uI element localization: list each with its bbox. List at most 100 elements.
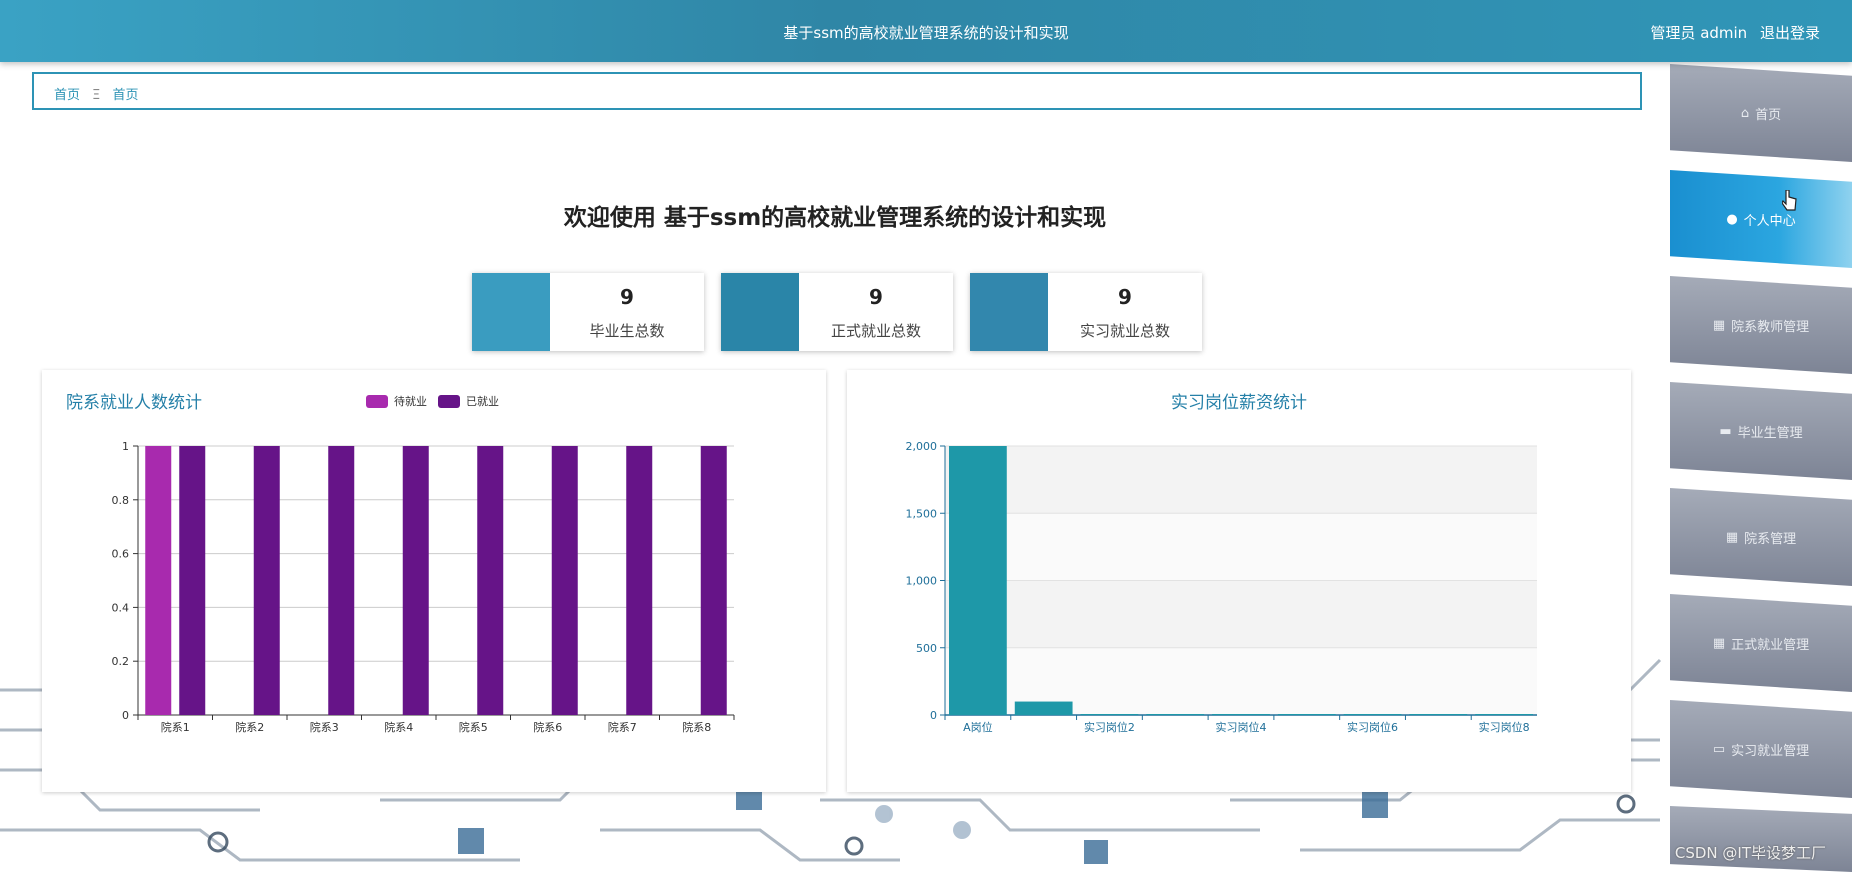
x-tick-label: 实习岗位2 xyxy=(1084,720,1135,734)
stat-card-formal-employment: 9 正式就业总数 xyxy=(721,273,953,351)
grid-icon: ▦ xyxy=(1712,317,1726,333)
y-tick-label: 0.4 xyxy=(112,601,130,614)
stat-card-swatch xyxy=(970,273,1048,351)
bar xyxy=(949,446,1007,715)
stat-card-graduates: 9 毕业生总数 xyxy=(472,273,704,351)
x-tick-label: 实习岗位6 xyxy=(1347,720,1398,734)
y-tick-label: 0.6 xyxy=(112,548,130,561)
dept-employment-chart: 院系就业人数统计 待就业 已就业 0 0.2 0.4 0.6 0.8 1 院系1 院系2 院系3 院系4… xyxy=(66,393,735,734)
bar xyxy=(253,446,280,715)
bar xyxy=(1409,714,1468,715)
legend-swatch xyxy=(366,395,388,408)
chat-icon: ▬ xyxy=(1719,423,1732,439)
x-tick-label: 院系1 xyxy=(161,720,190,734)
logout-link[interactable]: 退出登录 xyxy=(1760,24,1820,42)
bar xyxy=(1212,714,1270,715)
bar xyxy=(1146,714,1205,715)
bar xyxy=(1343,714,1402,715)
x-tick-label: 院系4 xyxy=(384,720,413,734)
bar xyxy=(179,446,206,715)
sidebar-item-internship-employment[interactable]: ▭ 实习就业管理 xyxy=(1670,700,1852,798)
mouse-cursor-icon xyxy=(1782,190,1797,211)
y-tick-label: 0 xyxy=(930,709,937,722)
welcome-heading: 欢迎使用 基于ssm的高校就业管理系统的设计和实现 xyxy=(563,205,1107,231)
bar xyxy=(551,446,578,715)
stat-card-internship-employment: 9 实习就业总数 xyxy=(970,273,1202,351)
legend-label: 已就业 xyxy=(466,394,499,408)
grid-band xyxy=(945,446,1537,514)
bar xyxy=(626,446,653,715)
x-tick-label: 院系8 xyxy=(682,720,711,734)
sidebar-item-home[interactable]: ⌂ 首页 xyxy=(1670,64,1852,162)
grid-icon: ▦ xyxy=(1712,635,1726,651)
home-icon: ⌂ xyxy=(1740,105,1750,121)
admin-user-label[interactable]: 管理员 admin xyxy=(1650,24,1747,42)
sidebar-item-label: 院系教师管理 xyxy=(1731,319,1810,335)
x-tick-label: 院系5 xyxy=(459,720,488,734)
sidebar-item-formal-employment[interactable]: ▦ 正式就业管理 xyxy=(1670,594,1852,692)
stat-card-value: 9 xyxy=(1118,285,1132,309)
sidebar-item-label: 个人中心 xyxy=(1743,213,1796,229)
breadcrumb-current: 首页 xyxy=(112,88,139,103)
stat-card-value: 9 xyxy=(869,285,883,309)
internship-salary-chart-panel: 实习岗位薪资统计 0 500 1,000 1,500 2,000 A岗位 实习岗位2 实习岗位4… xyxy=(847,370,1631,792)
y-tick-label: 0 xyxy=(122,709,129,722)
y-tick-label: 1 xyxy=(122,440,129,453)
y-tick-label: 1,500 xyxy=(906,507,938,520)
sidebar-item-label: 首页 xyxy=(1755,107,1782,123)
breadcrumb: 首页 Ξ 首页 xyxy=(32,72,1642,110)
top-header: 基于ssm的高校就业管理系统的设计和实现 管理员 admin 退出登录 xyxy=(0,0,1852,62)
sidebar-item-graduates[interactable]: ▬ 毕业生管理 xyxy=(1670,382,1852,480)
grid-band xyxy=(945,513,1537,581)
stat-card-label: 正式就业总数 xyxy=(830,322,921,340)
app-title: 基于ssm的高校就业管理系统的设计和实现 xyxy=(783,24,1069,42)
stat-card-swatch xyxy=(472,273,550,351)
x-tick-label: 院系7 xyxy=(608,720,637,734)
user-icon: ● xyxy=(1726,211,1738,227)
sidebar-item-dept-teacher[interactable]: ▦ 院系教师管理 xyxy=(1670,276,1852,374)
sidebar-item-label: 正式就业管理 xyxy=(1731,637,1810,653)
sidebar-menu: ⌂ 首页 ● 个人中心 ▦ 院系教师管理 ▬ 毕业生管理 ▦ 院系管理 ▦ 正式就业管理 ▭… xyxy=(1670,62,1852,872)
sidebar-item-label: 实习就业管理 xyxy=(1731,743,1810,759)
bar xyxy=(1277,714,1336,715)
stat-card-swatch xyxy=(721,273,799,351)
x-tick-label: A岗位 xyxy=(963,720,993,734)
chart-title: 实习岗位薪资统计 xyxy=(1171,393,1307,413)
bar xyxy=(402,446,429,715)
grid-band xyxy=(945,580,1537,648)
internship-salary-chart: 实习岗位薪资统计 0 500 1,000 1,500 2,000 A岗位 实习岗位2 实习岗位4… xyxy=(906,393,1537,734)
y-tick-label: 1,000 xyxy=(906,575,938,588)
y-tick-label: 2,000 xyxy=(906,440,938,453)
csdn-watermark: CSDN @IT毕设梦工厂 xyxy=(1674,844,1826,862)
breadcrumb-home-link[interactable]: 首页 xyxy=(54,88,80,103)
x-tick-label: 院系3 xyxy=(310,720,339,734)
x-tick-label: 实习岗位8 xyxy=(1479,720,1530,734)
sidebar-item-label: 毕业生管理 xyxy=(1737,425,1803,441)
sidebar-item-label: 院系管理 xyxy=(1744,531,1797,547)
bar xyxy=(1475,714,1533,715)
breadcrumb-separator-icon: Ξ xyxy=(92,88,101,103)
legend-swatch xyxy=(438,395,460,408)
stat-card-label: 毕业生总数 xyxy=(589,322,665,340)
sidebar-item-personal-center[interactable]: ● 个人中心 xyxy=(1670,170,1852,268)
sidebar-item-departments[interactable]: ▦ 院系管理 xyxy=(1670,488,1852,586)
stat-card-value: 9 xyxy=(620,285,634,309)
bar xyxy=(477,446,504,715)
user-area: 管理员 admin 退出登录 xyxy=(1642,22,1820,43)
bar xyxy=(328,446,355,715)
bar xyxy=(145,446,172,715)
dept-employment-chart-panel: 院系就业人数统计 待就业 已就业 0 0.2 0.4 0.6 0.8 1 院系1 院系2 院系3 院系4… xyxy=(42,370,826,792)
bar xyxy=(700,446,727,715)
bar xyxy=(1080,714,1139,715)
x-tick-label: 院系6 xyxy=(533,720,562,734)
y-tick-label: 500 xyxy=(916,642,937,655)
bar xyxy=(1014,701,1073,715)
y-tick-label: 0.8 xyxy=(112,494,130,507)
x-tick-label: 实习岗位4 xyxy=(1216,720,1267,734)
legend-label: 待就业 xyxy=(394,394,427,408)
y-tick-label: 0.2 xyxy=(112,655,130,668)
chart-title: 院系就业人数统计 xyxy=(66,393,202,413)
x-tick-label: 院系2 xyxy=(235,720,264,734)
grid-icon: ▦ xyxy=(1725,529,1739,545)
stat-card-label: 实习就业总数 xyxy=(1079,322,1170,340)
